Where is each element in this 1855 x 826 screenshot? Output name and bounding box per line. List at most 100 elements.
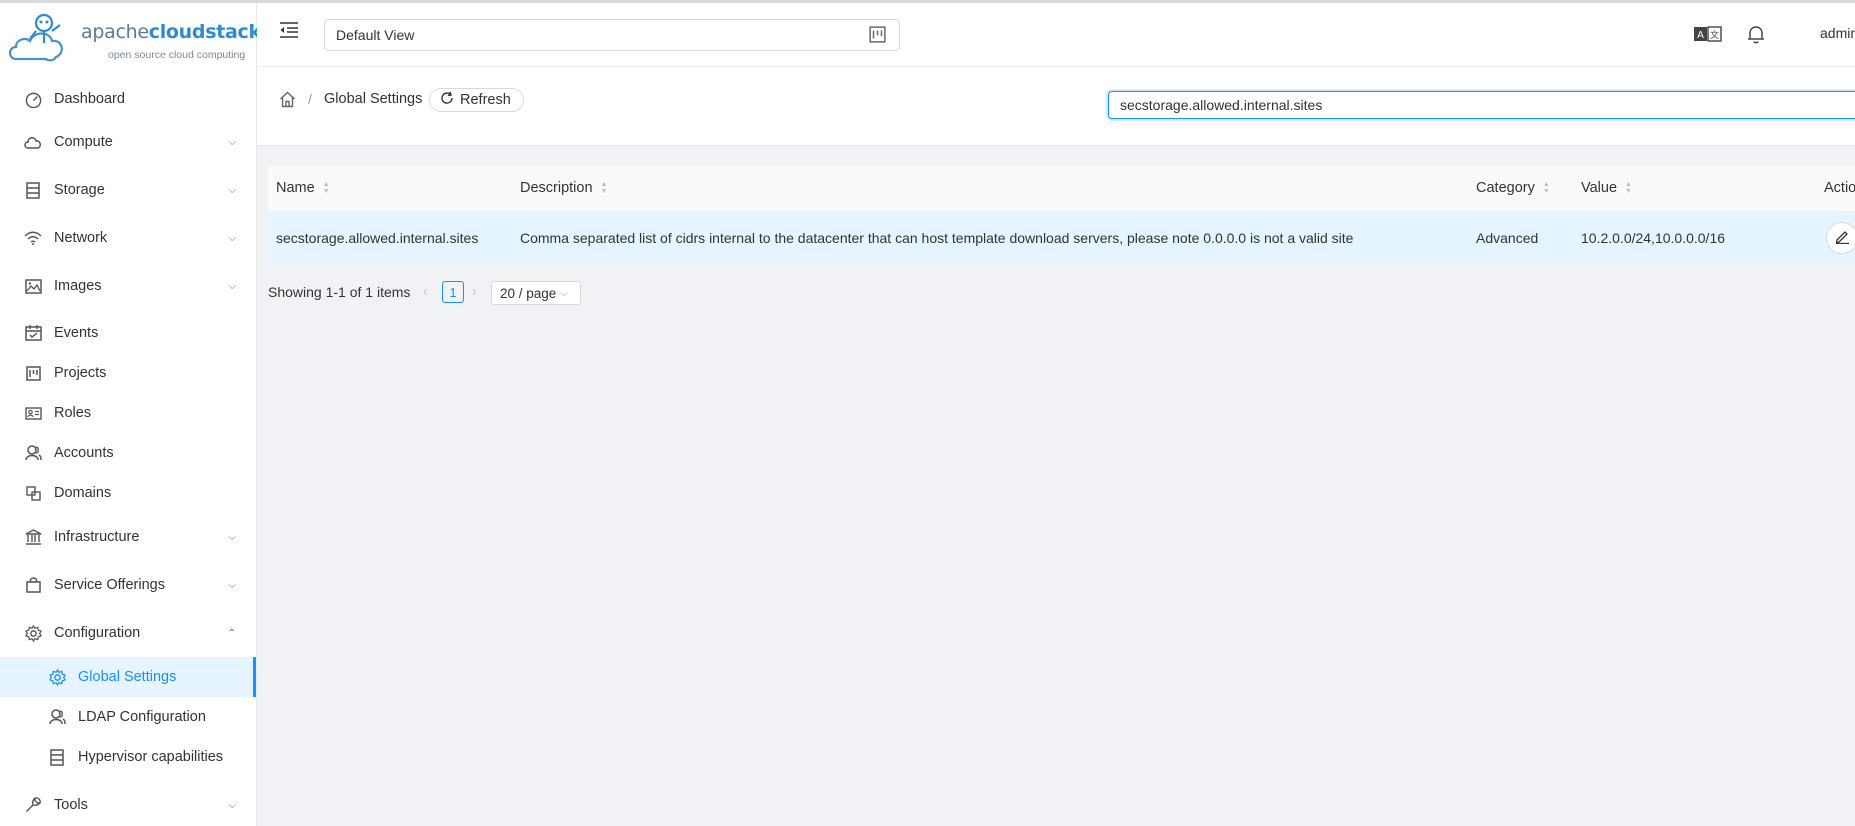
sidebar-item-label: Storage bbox=[54, 182, 105, 198]
search-input[interactable] bbox=[1108, 91, 1855, 119]
cloud-icon bbox=[24, 133, 42, 151]
sidebar-item-label: Events bbox=[54, 325, 99, 341]
next-page-icon[interactable]: › bbox=[472, 283, 477, 299]
sidebar-item-label: Network bbox=[54, 230, 108, 246]
sidebar-item-label: Dashboard bbox=[54, 91, 125, 107]
cell-name: secstorage.allowed.internal.sites bbox=[276, 230, 479, 246]
setting-icon bbox=[24, 624, 42, 642]
refresh-button[interactable]: Refresh bbox=[429, 88, 524, 112]
sidebar-item-tools[interactable]: Tools ⌵ bbox=[0, 785, 256, 825]
sidebar-item-ldap-configuration[interactable]: LDAP Configuration bbox=[0, 697, 256, 737]
tool-icon bbox=[24, 796, 42, 814]
logo-tagline: open source cloud computing bbox=[108, 49, 246, 61]
sidebar-item-dashboard[interactable]: Dashboard bbox=[0, 79, 256, 119]
block-icon bbox=[24, 484, 42, 502]
edit-button[interactable] bbox=[1826, 222, 1855, 254]
sidebar-item-accounts[interactable]: Accounts bbox=[0, 433, 256, 473]
picture-icon bbox=[24, 277, 42, 295]
column-header-value[interactable]: Value ▲ ▼ bbox=[1581, 180, 1632, 196]
sort-icon: ▲ ▼ bbox=[322, 180, 330, 195]
cell-description: Comma separated list of cidrs internal t… bbox=[520, 230, 1354, 246]
table-header: Name ▲ ▼ Description ▲ ▼ Category ▲ ▼ Value… bbox=[268, 166, 1855, 212]
column-header-actions: Actio bbox=[1824, 180, 1855, 196]
idcard-icon bbox=[24, 404, 42, 422]
sidebar: apachecloudstack open source cloud compu… bbox=[0, 3, 261, 826]
sort-icon: ▲ ▼ bbox=[1625, 180, 1632, 195]
project-icon bbox=[24, 364, 42, 382]
shopping-icon bbox=[24, 576, 42, 594]
translate-icon[interactable]: A文 bbox=[1693, 25, 1725, 47]
cell-value: 10.2.0.0/24,10.0.0.0/16 bbox=[1581, 230, 1726, 246]
sidebar-item-hypervisor-capabilities[interactable]: Hypervisor capabilities bbox=[0, 737, 256, 777]
prev-page-icon[interactable]: ‹ bbox=[423, 283, 428, 299]
project-view-select[interactable]: Default View bbox=[324, 19, 900, 51]
setting-icon bbox=[48, 668, 66, 686]
sidebar-item-label: Roles bbox=[54, 405, 92, 421]
pagination-total: Showing 1-1 of 1 items bbox=[268, 284, 411, 300]
home-icon[interactable] bbox=[279, 91, 297, 109]
sidebar-item-storage[interactable]: Storage ⌵ bbox=[0, 170, 256, 210]
chevron-down-icon: ⌵ bbox=[228, 136, 236, 148]
page-number[interactable]: 1 bbox=[442, 281, 464, 303]
sidebar-item-service-offerings[interactable]: Service Offerings ⌵ bbox=[0, 565, 256, 605]
user-menu[interactable]: admin bbox=[1820, 25, 1855, 41]
chevron-down-icon: ⌵ bbox=[228, 232, 236, 244]
sidebar-item-label: Service Offerings bbox=[54, 577, 165, 593]
cloudmonkey-logo-icon bbox=[8, 13, 63, 62]
logo[interactable]: apachecloudstack open source cloud compu… bbox=[8, 9, 261, 67]
sort-icon: ▲ ▼ bbox=[600, 180, 608, 195]
schedule-icon bbox=[24, 324, 42, 342]
sidebar-item-label: Global Settings bbox=[78, 669, 177, 685]
chevron-down-icon: ⌵ bbox=[228, 531, 236, 543]
sidebar-item-domains[interactable]: Domains bbox=[0, 473, 256, 513]
sidebar-item-label: Images bbox=[54, 278, 102, 294]
sidebar-item-label: Compute bbox=[54, 134, 113, 150]
breadcrumb-bar: / Global Settings Refresh bbox=[257, 66, 1855, 146]
sidebar-item-projects[interactable]: Projects bbox=[0, 353, 256, 393]
team-icon bbox=[24, 444, 42, 462]
chevron-down-icon: ⌵ bbox=[228, 579, 236, 591]
column-header-category[interactable]: Category ▲ ▼ bbox=[1476, 180, 1550, 196]
breadcrumb-current: Global Settings bbox=[324, 91, 423, 107]
cell-category: Advanced bbox=[1476, 230, 1539, 246]
storage-icon bbox=[24, 181, 42, 199]
sidebar-item-label: Infrastructure bbox=[54, 529, 140, 545]
team-icon bbox=[48, 708, 66, 726]
chevron-down-icon: ⌵ bbox=[560, 287, 568, 299]
page-size-select[interactable]: 20 / page ⌵ bbox=[491, 281, 581, 305]
project-view-value: Default View bbox=[336, 27, 415, 43]
table-row[interactable]: secstorage.allowed.internal.sites Comma … bbox=[268, 212, 1855, 265]
page-size-value: 20 / page bbox=[500, 285, 557, 301]
sidebar-item-global-settings[interactable]: Global Settings bbox=[0, 657, 256, 697]
sidebar-item-label: Hypervisor capabilities bbox=[78, 749, 224, 765]
sidebar-item-label: Projects bbox=[54, 365, 107, 381]
chevron-up-icon: ⌃ bbox=[227, 627, 236, 639]
project-icon bbox=[869, 26, 887, 44]
sidebar-item-events[interactable]: Events bbox=[0, 313, 256, 353]
sidebar-item-infrastructure[interactable]: Infrastructure ⌵ bbox=[0, 517, 256, 557]
sidebar-item-label: Configuration bbox=[54, 625, 141, 641]
wifi-icon bbox=[24, 229, 42, 247]
sidebar-item-label: Tools bbox=[54, 797, 88, 813]
sidebar-item-roles[interactable]: Roles bbox=[0, 393, 256, 433]
sidebar-item-label: Domains bbox=[54, 485, 112, 501]
dashboard-icon bbox=[24, 90, 42, 108]
sidebar-item-configuration[interactable]: Configuration ⌃ bbox=[0, 613, 256, 653]
sidebar-item-label: Accounts bbox=[54, 445, 114, 461]
bell-icon[interactable] bbox=[1747, 25, 1769, 47]
reload-icon bbox=[440, 91, 454, 109]
menu-fold-icon[interactable] bbox=[279, 21, 301, 41]
refresh-label: Refresh bbox=[460, 92, 511, 108]
sidebar-item-compute[interactable]: Compute ⌵ bbox=[0, 122, 256, 162]
column-header-name[interactable]: Name ▲ ▼ bbox=[276, 180, 330, 196]
svg-text:A: A bbox=[1697, 30, 1704, 41]
sidebar-item-images[interactable]: Images ⌵ bbox=[0, 266, 256, 306]
logo-wordmark: apachecloudstack bbox=[81, 21, 261, 43]
sort-icon: ▲ ▼ bbox=[1542, 180, 1550, 195]
edit-icon bbox=[1835, 229, 1850, 247]
sidebar-item-label: LDAP Configuration bbox=[78, 709, 206, 725]
sidebar-item-network[interactable]: Network ⌵ bbox=[0, 218, 256, 258]
bank-icon bbox=[24, 528, 42, 546]
column-header-description[interactable]: Description ▲ ▼ bbox=[520, 180, 607, 196]
database-icon bbox=[48, 748, 66, 766]
